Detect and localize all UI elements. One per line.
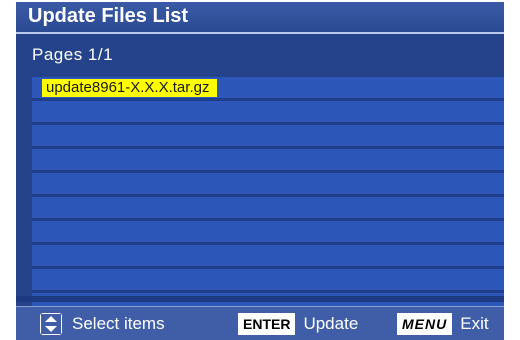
empty-row [32,269,504,293]
empty-row [32,101,504,125]
menu-hint[interactable]: MENU Exit [397,307,489,340]
empty-row [32,245,504,269]
select-hint-label: Select items [72,313,165,333]
select-hint: Select items [40,307,165,340]
file-name: update8961-X.X.X.tar.gz [42,79,218,97]
empty-row [32,173,504,197]
enter-hint-label: Update [303,313,359,333]
menu-hint-label: Exit [460,313,489,333]
enter-hint[interactable]: ENTER Update [238,307,358,340]
menu-key: MENU [397,312,453,335]
update-screen: Update Files List Pages 1/1 update8961-X… [16,2,504,340]
pages-label: Pages 1/1 [32,45,114,64]
file-row[interactable]: update8961-X.X.X.tar.gz [32,77,504,101]
enter-key: ENTER [238,312,296,335]
empty-row [32,149,504,173]
empty-row [32,197,504,221]
up-down-arrow-icon [40,312,62,335]
page-title: Update Files List [28,5,189,27]
title-bar: Update Files List [16,2,504,34]
file-list: update8961-X.X.X.tar.gz [32,77,504,317]
list-bottom-border [16,296,504,302]
empty-row [32,125,504,149]
empty-row [32,221,504,245]
pages-indicator: Pages 1/1 [16,42,504,68]
footer-hints: Select items ENTER Update MENU Exit [16,306,504,340]
